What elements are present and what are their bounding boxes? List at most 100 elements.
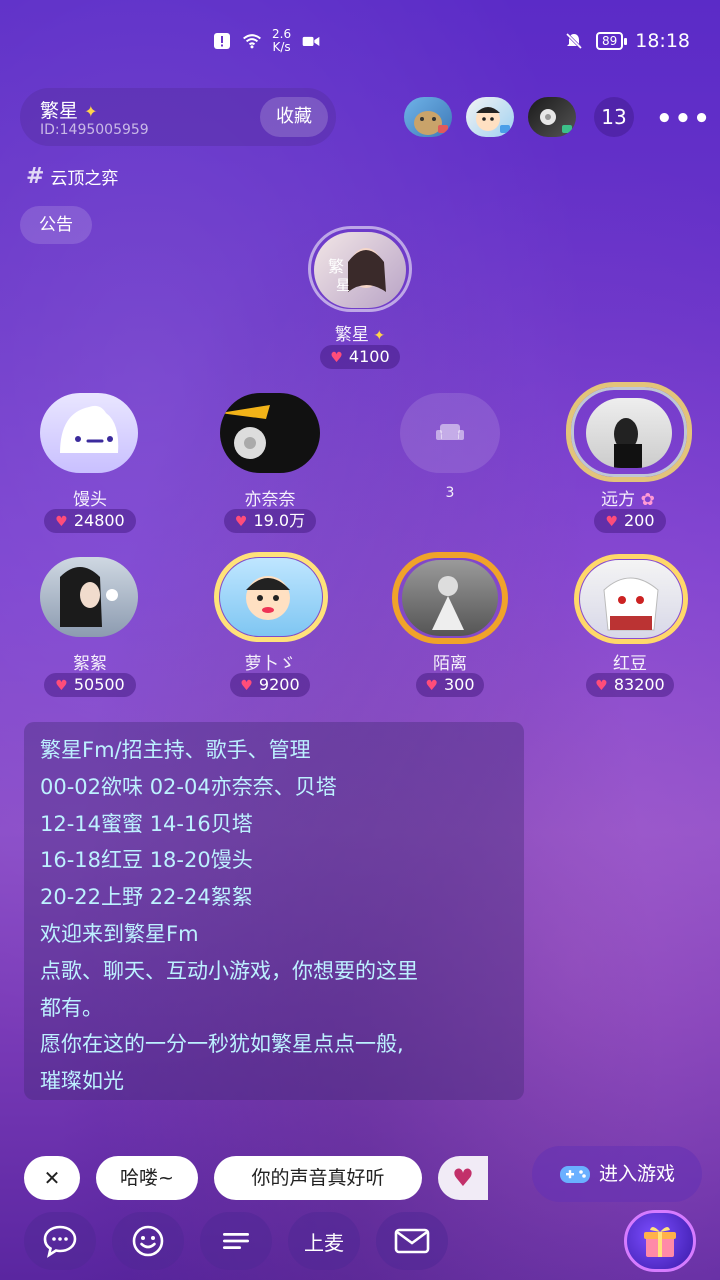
- take-mic-label: 上麦: [304, 1230, 344, 1255]
- messages-button[interactable]: [376, 1212, 448, 1270]
- room-name: 繁星 ✦: [40, 96, 97, 123]
- favorite-button[interactable]: 收藏: [260, 97, 328, 137]
- viewer-avatar-3[interactable]: [528, 97, 576, 137]
- more-button[interactable]: •••: [656, 104, 712, 134]
- dancer-icon: [432, 576, 464, 630]
- quick-chat-chip[interactable]: 你的声音真好听: [214, 1156, 422, 1200]
- seat-6-name: 萝卜ゞ: [244, 654, 296, 674]
- announcement-line: 都有。: [40, 995, 103, 1020]
- net-speed: 2.6 K/s: [272, 28, 291, 54]
- announcement-line: 20-22上野 22-24絮絮: [40, 885, 253, 910]
- viewer-avatar-1[interactable]: [404, 97, 452, 137]
- seat-8-score-value: 83200: [613, 675, 665, 694]
- seat-4-name-text: 远方: [601, 490, 636, 510]
- announcement-line: 欢迎来到繁星Fm: [40, 921, 199, 946]
- couple-portrait-icon: [614, 418, 642, 468]
- heart-icon: ♥: [605, 514, 618, 530]
- seat-6-score-value: 9200: [258, 675, 300, 694]
- heart-icon: ♥: [240, 678, 253, 694]
- heart-icon: ♥: [425, 678, 438, 694]
- host-name: 繁星 ✦: [280, 320, 440, 345]
- take-mic-button[interactable]: 上麦: [288, 1212, 360, 1270]
- battery-indicator: 89: [595, 32, 628, 50]
- seat-3-name: 3: [445, 485, 455, 501]
- svg-text:繁: 繁: [328, 257, 344, 276]
- empty-seat-3[interactable]: [400, 393, 500, 473]
- seat-6-avatar[interactable]: [220, 558, 322, 636]
- notice-button[interactable]: 公告: [20, 206, 92, 244]
- seat-8-avatar[interactable]: [580, 560, 682, 638]
- seat-1-score-value: 24800: [73, 511, 125, 530]
- seat-2-score: ♥ 19.0万: [224, 509, 316, 533]
- seat-7-score: ♥ 300: [416, 673, 484, 697]
- seat-8-name: 红豆: [613, 654, 647, 674]
- seat-5-avatar[interactable]: [40, 557, 138, 637]
- hash-icon: #: [26, 164, 45, 189]
- room-tag[interactable]: # 云顶之弈: [26, 164, 118, 189]
- seat-5-name: 絮絮: [73, 654, 107, 674]
- flower-icon: ✿: [635, 490, 655, 510]
- menu-lines-icon: [223, 1233, 249, 1249]
- svg-text:星: 星: [336, 278, 350, 294]
- room-id: ID:1495005959: [40, 122, 149, 138]
- host-name-text: 繁星: [334, 325, 369, 345]
- seat-2-name: 亦奈奈: [244, 490, 296, 510]
- announcement-board: 繁星Fm/招主持、歌手、管理 00-02欲味 02-04亦奈奈、贝塔 12-14…: [24, 722, 524, 1100]
- mute-bell-icon: [565, 32, 583, 50]
- emoji-button[interactable]: [112, 1212, 184, 1270]
- announcement-line: 00-02欲味 02-04亦奈奈、贝塔: [40, 774, 337, 799]
- mascot-icon: [60, 405, 119, 453]
- close-quick-chat-button[interactable]: ✕: [24, 1156, 80, 1200]
- seat-7-name: 陌离: [433, 654, 467, 674]
- cartoon-avatar-icon: [476, 107, 510, 133]
- sofa-icon: [436, 424, 464, 440]
- status-bar: 2.6 K/s 89 18:18: [0, 0, 720, 84]
- seat-4-name: 远方 ✿: [548, 485, 708, 510]
- heart-icon: ♥: [330, 350, 343, 366]
- enter-game-button[interactable]: 进入游戏: [532, 1146, 702, 1202]
- seat-5-score-value: 50500: [73, 675, 125, 694]
- seat-5-score: ♥ 50500: [44, 673, 136, 697]
- sparkle-icon: ✦: [84, 102, 98, 121]
- chat-button[interactable]: [24, 1212, 96, 1270]
- menu-button[interactable]: [200, 1212, 272, 1270]
- host-score-value: 4100: [348, 347, 390, 366]
- gift-button[interactable]: [624, 1210, 696, 1272]
- quick-chat-chip[interactable]: 哈喽~: [96, 1156, 198, 1200]
- seat-1-name: 馒头: [73, 490, 107, 510]
- seat-4-score-value: 200: [624, 511, 655, 530]
- seat-1-avatar[interactable]: [40, 393, 138, 473]
- heart-icon: ♥: [595, 678, 608, 694]
- net-speed-unit: K/s: [272, 40, 291, 54]
- seat-6-score: ♥ 9200: [230, 673, 310, 697]
- heart-icon: ♥: [55, 678, 68, 694]
- seat-7-avatar[interactable]: [402, 560, 498, 636]
- room-tag-label: 云顶之弈: [50, 169, 119, 189]
- seat-7-score-value: 300: [444, 675, 475, 694]
- mail-icon: [394, 1228, 430, 1254]
- cartoon-boy-icon: [246, 576, 290, 620]
- heart-icon: ♥: [234, 514, 248, 530]
- seat-1-score: ♥ 24800: [44, 509, 136, 533]
- seat-2-avatar[interactable]: [220, 393, 320, 473]
- alert-icon: [214, 33, 230, 49]
- anime-character-icon: [603, 577, 659, 631]
- heart-icon: ♥: [452, 1164, 474, 1192]
- gift-box-icon: [644, 1226, 676, 1257]
- flower-avatar-icon: [540, 109, 572, 133]
- seat-8-score: ♥ 83200: [586, 673, 674, 697]
- quick-chat-heart-chip[interactable]: ♥: [438, 1156, 488, 1200]
- chat-bubble-icon: [43, 1225, 77, 1258]
- heart-icon: ♥: [55, 514, 68, 530]
- host-avatar[interactable]: 繁星: [314, 232, 406, 308]
- viewer-count[interactable]: 13: [594, 97, 634, 137]
- announcement-line: 12-14蜜蜜 14-16贝塔: [40, 811, 253, 836]
- sparkle-icon: ✦: [368, 328, 386, 344]
- announcement-line: 16-18红豆 18-20馒头: [40, 848, 253, 873]
- viewer-avatar-2[interactable]: [466, 97, 514, 137]
- wifi-icon: [243, 34, 261, 49]
- dog-avatar-icon: [414, 111, 448, 135]
- announcement-line: 繁星Fm/招主持、歌手、管理: [40, 738, 311, 762]
- enter-game-label: 进入游戏: [598, 1163, 675, 1185]
- seat-4-avatar[interactable]: [586, 398, 672, 468]
